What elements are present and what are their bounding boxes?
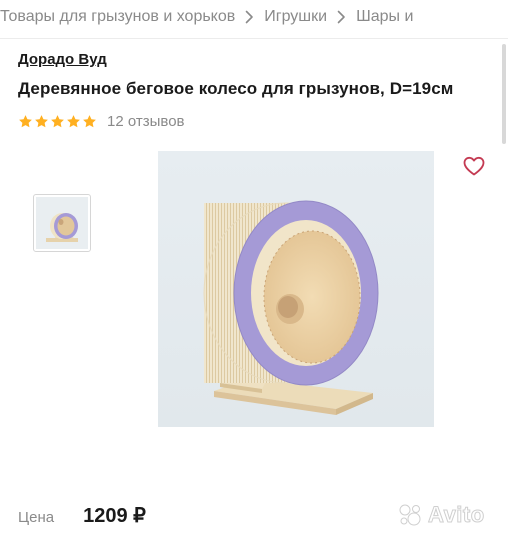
price-row: Цена 1209 ₽	[18, 503, 146, 528]
breadcrumb: Товары для грызунов и хорьков Игрушки Ша…	[0, 0, 508, 34]
chevron-right-icon	[337, 10, 346, 24]
header-divider	[0, 38, 508, 39]
breadcrumb-item-rodent-products[interactable]: Товары для грызунов и хорьков	[0, 8, 235, 26]
star-icon	[66, 114, 81, 129]
avito-logo-icon	[399, 504, 421, 526]
rating-stars	[18, 114, 97, 129]
star-icon	[82, 114, 97, 129]
breadcrumb-item-toys[interactable]: Игрушки	[264, 8, 327, 26]
rating-row: 12 отзывов	[18, 113, 185, 130]
price-value: 1209 ₽	[83, 505, 146, 527]
scrollbar[interactable]	[502, 44, 506, 144]
product-title: Деревянное беговое колесо для грызунов, …	[18, 79, 454, 98]
heart-outline-icon[interactable]	[462, 154, 486, 178]
chevron-right-icon	[245, 10, 254, 24]
star-icon	[50, 114, 65, 129]
star-icon	[18, 114, 33, 129]
reviews-link[interactable]: 12 отзывов	[107, 113, 185, 130]
seller-link[interactable]: Дорадо Вуд	[18, 51, 107, 68]
gallery-thumbnail[interactable]	[33, 194, 91, 252]
avito-watermark: Avito	[398, 500, 498, 530]
watermark-text: Avito	[428, 502, 485, 528]
thumbnail-image	[36, 197, 88, 249]
breadcrumb-item-balls[interactable]: Шары и	[356, 8, 413, 26]
star-icon	[34, 114, 49, 129]
price-label: Цена	[18, 509, 55, 526]
product-photo[interactable]	[158, 151, 434, 427]
